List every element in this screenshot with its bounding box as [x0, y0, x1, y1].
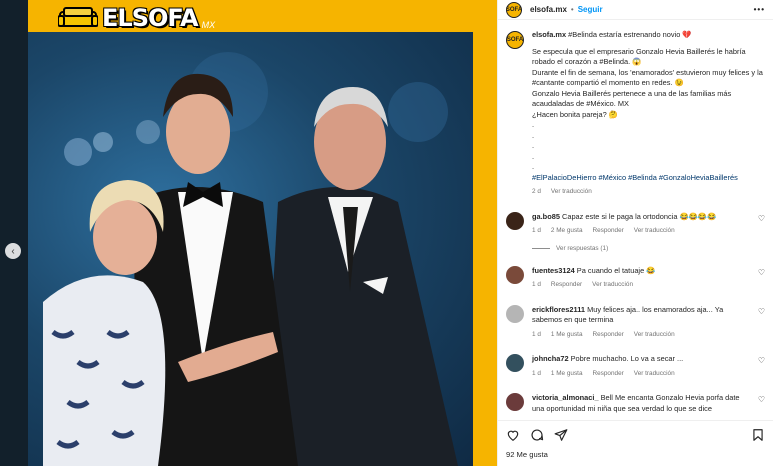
caption-translate-link[interactable]: Ver traducción: [551, 187, 592, 198]
comment-reply-button[interactable]: Responder: [551, 280, 582, 291]
people-photo-illustration: [43, 52, 458, 466]
comment-username[interactable]: ga.bo85: [532, 212, 560, 221]
previous-post-button[interactable]: ‹: [5, 243, 21, 259]
post-header: SOFA elsofa.mx • Seguir •••: [498, 0, 773, 20]
comment-avatar[interactable]: [506, 211, 524, 230]
caption-line-0: #Belinda estaría estrenando novio 💔: [568, 30, 692, 39]
post-actions: 92 Me gusta: [498, 420, 773, 466]
comment-meta: 1 d 1 Me gusta Responder Ver traducción: [532, 330, 751, 341]
likes-count[interactable]: 92 Me gusta: [506, 450, 765, 459]
post-sidebar: SOFA elsofa.mx • Seguir ••• SOFA elsofa.…: [497, 0, 773, 466]
logo-text: ELSOFA: [102, 4, 199, 32]
comment-translate-link[interactable]: Ver traducción: [634, 369, 675, 380]
comment-text: Pobre muchacho. Lo va a secar ...: [570, 354, 684, 363]
comment-time: 1 d: [532, 369, 541, 377]
comment-like-heart-icon[interactable]: ♡: [758, 356, 765, 367]
caption-dot-4: .: [532, 151, 535, 161]
comment-meta: 1 d Responder Ver traducción: [532, 280, 751, 291]
comment-like-heart-icon[interactable]: ♡: [758, 268, 765, 279]
caption-time: 2 d: [532, 188, 541, 195]
caption-dot-5: .: [532, 162, 535, 171]
avatar[interactable]: SOFA: [506, 1, 522, 18]
comment-avatar[interactable]: [506, 393, 524, 411]
comment-meta: 1 d 1 Me gusta Responder Ver traducción: [532, 369, 751, 380]
comment-item: fuentes3124 Pa cuando el tatuaje 😂 1 d R…: [506, 265, 765, 291]
comment-likes[interactable]: 1 Me gusta: [551, 369, 583, 380]
comment-meta: 1 d 2 Me gusta Responder Ver traducción: [532, 226, 751, 237]
replies-divider: [532, 247, 550, 249]
post-caption: SOFA elsofa.mx #Belinda estaría estrenan…: [506, 22, 765, 198]
comment-time: 1 d: [532, 281, 541, 288]
post-photo: [28, 32, 473, 466]
brand-logo: ELSOFA MX: [58, 4, 215, 32]
comment-like-heart-icon[interactable]: ♡: [758, 395, 765, 406]
comment-like-heart-icon[interactable]: ♡: [758, 307, 765, 318]
comment-text: Capaz este si le paga la ortodoncia 😂😂😂😂: [562, 211, 717, 221]
caption-dot-2: .: [532, 130, 535, 140]
comment-username[interactable]: erickflores2111: [532, 305, 585, 314]
comment-translate-link[interactable]: Ver traducción: [634, 226, 675, 237]
comment-likes[interactable]: 1 Me gusta: [551, 330, 583, 341]
caption-dot-3: .: [532, 141, 535, 150]
header-separator: •: [570, 5, 574, 14]
comment-item: johncha72 Pobre muchacho. Lo va a secar …: [506, 354, 765, 379]
comment-likes[interactable]: 2 Me gusta: [551, 226, 583, 237]
view-replies-label: Ver respuestas (1): [556, 244, 609, 252]
logo-suffix: MX: [201, 20, 216, 30]
caption-avatar[interactable]: SOFA: [506, 31, 524, 49]
comment-username[interactable]: victoria_almonaci_: [532, 393, 599, 402]
comment-item: erickflores2111 Muy felices aja.. los en…: [506, 304, 765, 341]
more-options-button[interactable]: •••: [754, 5, 765, 14]
comment-reply-button[interactable]: Responder: [593, 330, 624, 341]
sofa-icon: [58, 7, 98, 27]
chevron-left-icon: ‹: [11, 245, 15, 257]
follow-button[interactable]: Seguir: [578, 5, 603, 14]
comment-username[interactable]: fuentes3124: [532, 266, 575, 275]
comment-icon[interactable]: [530, 428, 544, 442]
comment-reply-button[interactable]: Responder: [593, 369, 624, 380]
caption-line-1: Se especula que el empresario Gonzalo He…: [532, 46, 746, 67]
comment-username[interactable]: johncha72: [532, 354, 569, 363]
comment-like-heart-icon[interactable]: ♡: [758, 214, 765, 225]
caption-line-3: Gonzalo Hevia Baillerés pertenece a una …: [532, 88, 732, 109]
bookmark-icon[interactable]: [751, 428, 765, 442]
comments-scroll-area[interactable]: SOFA elsofa.mx #Belinda estaría estrenan…: [498, 22, 773, 422]
comment-avatar[interactable]: [506, 354, 524, 372]
share-icon[interactable]: [554, 428, 568, 442]
caption-hashtags[interactable]: #ElPalacioDeHierro #México #Belinda #Gon…: [532, 173, 765, 184]
comment-item: ga.bo85 Capaz este si le paga la ortodon…: [506, 211, 765, 237]
comment-translate-link[interactable]: Ver traducción: [592, 280, 633, 291]
view-replies-button[interactable]: Ver respuestas (1): [532, 245, 765, 252]
comment-reply-button[interactable]: Responder: [593, 226, 624, 237]
caption-meta: 2 d Ver traducción: [532, 187, 765, 198]
post-media: ELSOFA MX ‹: [0, 0, 497, 466]
comment-avatar[interactable]: [506, 304, 524, 323]
comment-avatar[interactable]: [506, 265, 524, 284]
comment-time: 1 d: [532, 330, 541, 338]
caption-line-2: Durante el fin de semana, los 'enamorado…: [532, 67, 763, 88]
caption-dot-1: .: [532, 120, 535, 129]
media-left-strip: [0, 0, 28, 466]
header-username[interactable]: elsofa.mx: [530, 5, 567, 14]
heart-icon[interactable]: [506, 428, 520, 442]
comment-text: Pa cuando el tatuaje 😂: [576, 265, 656, 275]
caption-username[interactable]: elsofa.mx: [532, 30, 566, 39]
comment-time: 1 d: [532, 227, 541, 234]
comment-translate-link[interactable]: Ver traducción: [634, 330, 675, 341]
comment-item: victoria_almonaci_ Bell Me encanta Gonza…: [506, 393, 765, 414]
caption-line-4: ¿Hacen bonita pareja? 🤔: [532, 109, 619, 119]
